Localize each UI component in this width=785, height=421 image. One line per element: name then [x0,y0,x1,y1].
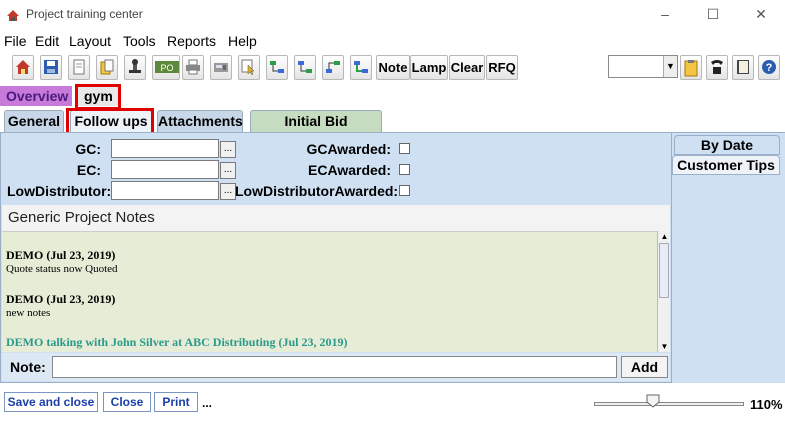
menu-help[interactable]: Help [228,33,257,49]
window-title: Project training center [26,7,143,21]
notes-header: Generic Project Notes [2,205,670,231]
note-entry-bar: Note: Add [2,353,670,381]
title-bar: Project training center – ☐ ✕ [0,0,785,30]
tab-follow-ups[interactable]: Follow ups [70,110,152,132]
tab-general[interactable]: General [4,110,64,132]
maximize-icon[interactable]: ☐ [698,4,728,24]
notes-list[interactable]: DEMO (Jul 23, 2019) Quote status now Quo… [2,231,657,352]
note-body: new notes [6,307,51,319]
ec-label: EC: [76,162,101,178]
follow-ups-panel: GC: ... EC: ... LowDistributor: ... GCAw… [0,132,672,383]
gc-awarded-checkbox[interactable] [399,143,410,154]
help-icon[interactable]: ? [758,55,780,80]
lamp-button[interactable]: Lamp [410,55,448,80]
menu-bar: File Edit Layout Tools Reports Help [0,31,785,51]
menu-reports[interactable]: Reports [167,33,216,49]
menu-tools[interactable]: Tools [123,33,156,49]
cursor-icon[interactable] [238,55,260,80]
chevron-down-icon[interactable]: ▼ [663,56,677,77]
fax-icon[interactable] [210,55,232,80]
flow-icon[interactable] [266,55,288,80]
menu-file[interactable]: File [4,33,27,49]
app-logo-icon [7,10,19,21]
gc-field[interactable] [111,139,219,158]
project-tabs: Overview gym [0,86,785,106]
zoom-level: 110% [750,397,783,412]
document-icon[interactable] [68,55,90,80]
clipboard-icon[interactable] [680,55,702,80]
low-distributor-label: LowDistributor: [7,183,112,199]
note-input[interactable] [52,356,617,378]
low-distributor-awarded-checkbox[interactable] [399,185,410,196]
gc-awarded-label: GCAwarded: [306,141,391,157]
tab-by-date[interactable]: By Date [674,135,780,155]
stamp-icon[interactable] [124,55,146,80]
ec-browse-button[interactable]: ... [220,162,236,179]
side-panel: By Date Customer Tips [672,132,785,383]
ec-awarded-checkbox[interactable] [399,164,410,175]
minimize-icon[interactable]: – [650,4,680,24]
note-heading: DEMO (Jul 23, 2019) [6,292,116,306]
ec-awarded-label: ECAwarded: [308,162,391,178]
close-button[interactable]: Close [103,392,151,412]
printer-icon[interactable] [182,55,204,80]
footer-bar: Save and close Close Print ... 110% [0,388,785,421]
print-button[interactable]: Print [154,392,198,412]
ec-field[interactable] [111,160,219,179]
note-label: Note: [10,359,46,375]
tab-customer-tips[interactable]: Customer Tips [672,155,780,175]
gc-browse-button[interactable]: ... [220,141,236,158]
menu-edit[interactable]: Edit [35,33,59,49]
tab-gym[interactable]: gym [78,86,118,106]
scroll-up-icon[interactable]: ▲ [658,231,671,242]
close-icon[interactable]: ✕ [746,4,776,24]
flow-icon[interactable] [322,55,344,80]
copy-icon[interactable] [96,55,118,80]
add-note-button[interactable]: Add [621,356,668,378]
note-body: Quote status now Quoted [6,263,118,275]
low-distributor-awarded-label: LowDistributorAwarded: [235,183,399,199]
note-heading: DEMO talking with John Silver at ABC Dis… [6,335,348,349]
note-button[interactable]: Note [376,55,410,80]
notebook-icon[interactable] [732,55,754,80]
menu-layout[interactable]: Layout [69,33,111,49]
tab-overview[interactable]: Overview [0,86,72,106]
gc-label: GC: [75,141,101,157]
low-distributor-field[interactable] [111,181,219,200]
zoom-slider-thumb[interactable] [646,394,660,408]
toolbar-combo[interactable]: ▼ [608,55,678,78]
tab-attachments[interactable]: Attachments [157,110,243,132]
po-icon[interactable]: PO [152,55,180,80]
phone-icon[interactable] [706,55,728,80]
sub-tabs: General Follow ups Attachments Initial B… [0,108,785,149]
low-distributor-browse-button[interactable]: ... [220,183,236,200]
save-icon[interactable] [40,55,62,80]
flow-icon[interactable] [350,55,372,80]
scrollbar-thumb[interactable] [659,243,669,298]
svg-text:PO: PO [160,63,173,73]
rfq-button[interactable]: RFQ [486,55,518,80]
scroll-down-icon[interactable]: ▼ [658,341,671,352]
tab-initial-bid[interactable]: Initial Bid (07/23/19) [250,110,382,149]
zoom-slider[interactable] [594,402,744,406]
flow-icon[interactable] [294,55,316,80]
house-icon[interactable] [12,55,34,80]
clear-button[interactable]: Clear [449,55,485,80]
svg-text:?: ? [766,62,773,74]
save-and-close-button[interactable]: Save and close [4,392,98,412]
more-ellipsis[interactable]: ... [202,396,212,410]
notes-scrollbar[interactable]: ▲ ▼ [657,231,670,352]
note-heading: DEMO (Jul 23, 2019) [6,248,116,262]
